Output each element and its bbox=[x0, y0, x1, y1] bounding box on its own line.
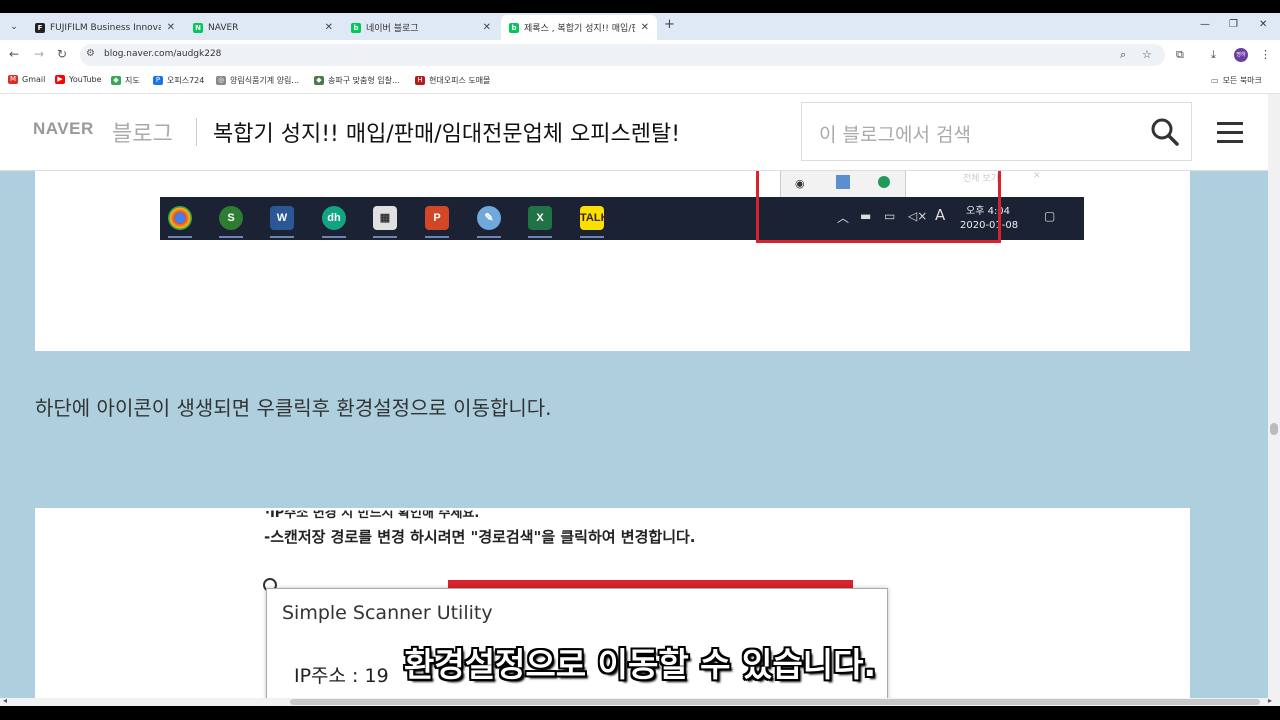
video-subtitle: 환경설정으로 이동할 수 있습니다. bbox=[403, 645, 877, 684]
scroll-right-icon[interactable]: ▸ bbox=[1268, 696, 1272, 705]
tab-xerox-blog[interactable]: b 제록스 , 복합기 성지!! 매입/판 ✕ bbox=[501, 15, 657, 40]
blog-search-input[interactable]: 이 블로그에서 검색 bbox=[801, 102, 1192, 161]
new-tab-button[interactable]: + bbox=[664, 17, 675, 32]
tab-naver-blog[interactable]: b 네이버 블로그 ✕ bbox=[343, 15, 499, 40]
close-icon[interactable]: ✕ bbox=[483, 22, 491, 33]
dh-app-icon: dh bbox=[322, 206, 346, 238]
naver-logo[interactable]: NAVER bbox=[33, 119, 94, 139]
bookmark-gmail[interactable]: M Gmail bbox=[8, 75, 45, 84]
vertical-scrollbar[interactable] bbox=[1268, 94, 1280, 698]
browser-toolbar: ← → ↻ ⚙ blog.naver.com/audgk228 ⌕ ☆ ⧉ ⤓ … bbox=[0, 40, 1280, 70]
scroll-left-icon[interactable]: ◂ bbox=[3, 696, 7, 705]
vertical-scroll-thumb[interactable] bbox=[1270, 423, 1278, 435]
paint-icon: ✎ bbox=[477, 206, 501, 238]
bookmark-map[interactable]: ◆ 지도 bbox=[111, 75, 140, 86]
header-divider bbox=[196, 118, 197, 146]
naver-favicon-icon: N bbox=[193, 22, 203, 33]
tab-search-icon[interactable]: ⌄ bbox=[6, 19, 22, 35]
blog-title[interactable]: 복합기 성지!! 매입/판매/임대전문업체 오피스렌탈! bbox=[213, 116, 680, 148]
search-placeholder: 이 블로그에서 검색 bbox=[819, 124, 971, 146]
kebab-menu-icon[interactable]: ⋮ bbox=[1260, 48, 1271, 61]
bookmark-hyundai-office[interactable]: H 현대오피스 도매몰 bbox=[415, 75, 490, 86]
forward-arrow-icon[interactable]: → bbox=[34, 47, 44, 61]
bookmark-yanglim[interactable]: ◎ 양림식품기계 양림... bbox=[216, 75, 299, 86]
body-paragraph: 하단에 아이콘이 생생되면 우클릭후 환경설정으로 이동합니다. bbox=[35, 396, 552, 420]
tab-naver[interactable]: N NAVER ✕ bbox=[185, 15, 341, 40]
taskbar-screenshot: ◉ 전체 보기 ✕ S W dh ▦ P ✎ X TALK ︿ ▬ ▭ ◁× A… bbox=[35, 171, 1190, 351]
kakaotalk-icon: TALK bbox=[580, 206, 609, 238]
horizontal-scrollbar[interactable]: ◂ ▸ bbox=[0, 696, 1280, 706]
youtube-icon: ▶ bbox=[55, 75, 65, 84]
zoom-icon[interactable]: ⌕ bbox=[1120, 48, 1126, 62]
hamburger-menu-icon[interactable] bbox=[1217, 122, 1243, 144]
powerpoint-icon: P bbox=[425, 206, 449, 238]
url-text[interactable]: blog.naver.com/audgk228 bbox=[104, 49, 221, 59]
highlight-box bbox=[756, 171, 1001, 243]
fujifilm-favicon-icon: F bbox=[35, 22, 45, 33]
calculator-icon: ▦ bbox=[373, 206, 397, 238]
tab-title: 네이버 블로그 bbox=[366, 24, 419, 34]
bookmark-songpa[interactable]: ◆ 송파구 맞춤형 입찰... bbox=[314, 75, 400, 86]
reload-icon[interactable]: ↻ bbox=[57, 47, 67, 61]
extensions-icon[interactable]: ⧉ bbox=[1176, 48, 1184, 62]
bookmark-office724[interactable]: P 오피스724 bbox=[153, 75, 204, 86]
search-icon[interactable] bbox=[1150, 117, 1180, 147]
instruction-text: -스캔저장 경로를 변경 하시려면 "경로검색"을 클릭하여 변경합니다. bbox=[264, 528, 696, 546]
yanglim-icon: ◎ bbox=[216, 76, 226, 85]
browser-window: ⌄ F FUJIFILM Business Innovation ✕ N NAV… bbox=[0, 0, 1280, 720]
tab-title: 제록스 , 복합기 성지!! 매입/판 bbox=[524, 24, 635, 34]
bookmarks-bar: M Gmail ▶ YouTube ◆ 지도 P 오피스724 ◎ 양림식품기계… bbox=[0, 70, 1280, 94]
map-icon: ◆ bbox=[111, 76, 121, 85]
tab-strip: ⌄ F FUJIFILM Business Innovation ✕ N NAV… bbox=[0, 13, 1280, 40]
minimize-icon[interactable]: — bbox=[1200, 19, 1210, 30]
songpa-icon: ◆ bbox=[314, 76, 324, 85]
download-icon[interactable]: ⤓ bbox=[1211, 48, 1216, 62]
hyundai-office-icon: H bbox=[415, 76, 425, 85]
close-icon[interactable]: ✕ bbox=[325, 22, 333, 33]
excel-icon: X bbox=[528, 206, 552, 238]
restore-icon[interactable]: ❐ bbox=[1229, 19, 1238, 30]
bookmark-youtube[interactable]: ▶ YouTube bbox=[55, 75, 102, 84]
cut-text: ·IP주소 변경 시 반드시 확인해 주세요. bbox=[265, 506, 480, 521]
tab-title: NAVER bbox=[208, 22, 239, 33]
all-bookmarks[interactable]: ▭ 모든 북마크 bbox=[1211, 75, 1262, 86]
tab-fujifilm[interactable]: F FUJIFILM Business Innovation ✕ bbox=[27, 15, 183, 40]
back-arrow-icon[interactable]: ← bbox=[9, 47, 19, 61]
blog-header: NAVER 블로그 복합기 성지!! 매입/판매/임대전문업체 오피스렌탈! 이… bbox=[0, 94, 1268, 171]
site-info-icon[interactable]: ⚙ bbox=[86, 48, 95, 59]
tab-title: FUJIFILM Business Innovation bbox=[50, 22, 161, 33]
dialog-title: Simple Scanner Utility bbox=[282, 602, 493, 624]
chrome-icon bbox=[168, 206, 192, 238]
gmail-icon: M bbox=[8, 75, 18, 84]
office724-icon: P bbox=[153, 76, 163, 85]
folder-icon: ▭ bbox=[1211, 76, 1219, 85]
horizontal-scroll-thumb[interactable] bbox=[290, 699, 1260, 705]
close-icon: ✕ bbox=[1033, 171, 1041, 181]
blog-page: NAVER 블로그 복합기 성지!! 매입/판매/임대전문업체 오피스렌탈! 이… bbox=[0, 94, 1268, 698]
notification-icon: ▢ bbox=[1044, 209, 1056, 223]
word-icon: W bbox=[270, 206, 294, 238]
profile-avatar[interactable]: 명하 bbox=[1234, 48, 1248, 62]
blog-favicon-icon: b bbox=[351, 22, 361, 33]
close-window-icon[interactable]: ✕ bbox=[1259, 19, 1267, 30]
blog-favicon-icon: b bbox=[509, 22, 519, 33]
close-icon[interactable]: ✕ bbox=[641, 22, 649, 33]
blog-label[interactable]: 블로그 bbox=[112, 116, 173, 148]
address-bar[interactable]: ⚙ blog.naver.com/audgk228 ⌕ ☆ bbox=[80, 44, 1165, 66]
bookmark-star-icon[interactable]: ☆ bbox=[1142, 48, 1152, 61]
s-app-icon: S bbox=[219, 206, 243, 238]
close-icon[interactable]: ✕ bbox=[167, 22, 175, 33]
